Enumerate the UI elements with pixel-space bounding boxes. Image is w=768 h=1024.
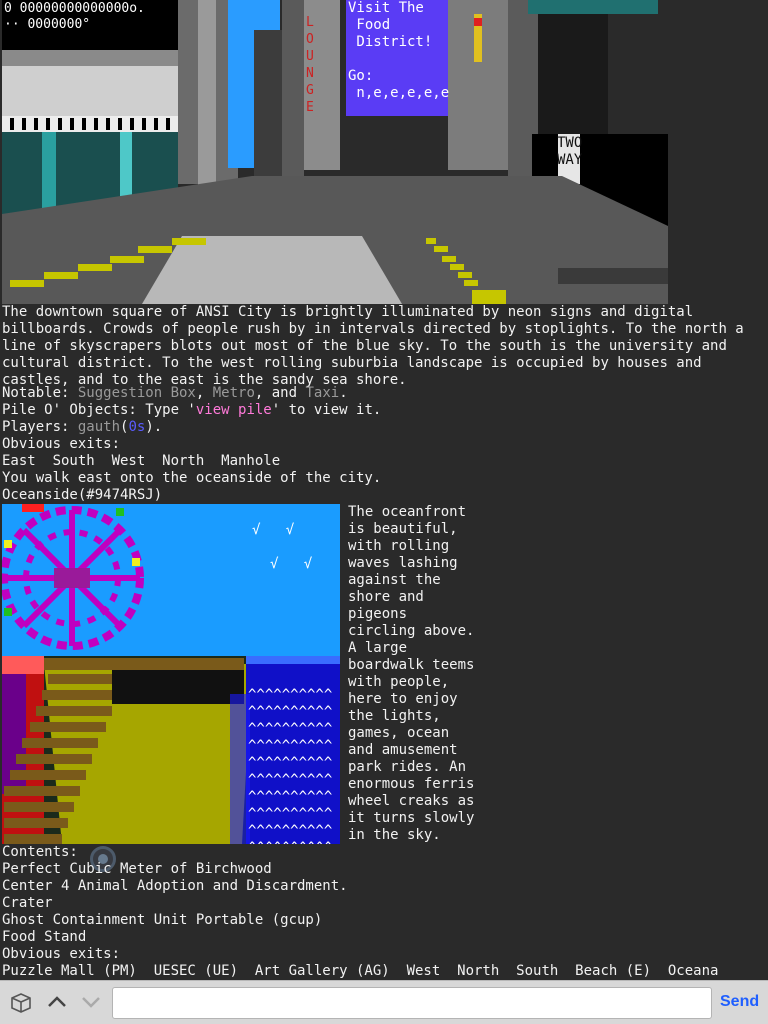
pile-line: Pile O' Objects: Type 'view pile' to vie… xyxy=(2,402,381,419)
up-arrow-icon[interactable] xyxy=(44,991,70,1015)
room-name: Oceanside(#9474RSJ) xyxy=(2,487,163,503)
player-idle-time: 0s xyxy=(128,419,146,435)
svg-text:N: N xyxy=(306,66,314,81)
exits-list-2[interactable]: Puzzle Mall (PM) UESEC (UE) Art Gallery … xyxy=(2,963,718,980)
room-description: The downtown square of ANSI City is brig… xyxy=(2,304,762,389)
notable-sep: , and xyxy=(254,385,306,401)
walk-message: You walk east onto the oceanside of the … xyxy=(2,470,382,486)
contents-item[interactable]: Ghost Containment Unit Portable (gcup) xyxy=(2,912,322,929)
oceanside-ansi-art: √ √ √ √ ^^^^^^^^^^ ^^^^^^^^^^ ^^^^^^^^^^… xyxy=(2,504,340,844)
notable-sep: , xyxy=(195,385,213,401)
svg-text:O: O xyxy=(306,32,314,47)
exits-label: Obvious exits: xyxy=(2,436,121,452)
svg-text:E: E xyxy=(306,100,314,115)
pile-suffix: ' to view it. xyxy=(271,402,382,418)
notable-metro[interactable]: Metro xyxy=(213,385,255,401)
pile-label: Pile O' Objects: Type ' xyxy=(2,402,196,418)
terminal-output: 0 00000000000000o. ·· 0000000° L O U N G… xyxy=(0,0,768,980)
two-way-sign: TWO WAY xyxy=(557,135,583,168)
exits-list[interactable]: East South West North Manhole xyxy=(2,453,280,470)
contents-item[interactable]: Food Stand xyxy=(2,929,86,946)
down-arrow-icon[interactable] xyxy=(78,991,104,1015)
players-line: Players: gauth(0s). xyxy=(2,419,162,436)
notable-label: Notable: xyxy=(2,385,78,401)
notable-taxi[interactable]: Taxi xyxy=(305,385,339,401)
view-pile-link[interactable]: view pile xyxy=(196,402,272,418)
paren: ). xyxy=(145,419,163,435)
food-district-sign: Visit The Food District! Go: n,e,e,e,e,e xyxy=(348,0,450,101)
command-input[interactable] xyxy=(112,987,712,1019)
svg-text:√ √: √ √ xyxy=(252,522,295,538)
ocean-waves: ^^^^^^^^^^ ^^^^^^^^^^ ^^^^^^^^^^ ^^^^^^^… xyxy=(248,687,333,844)
exits-label-2: Obvious exits: xyxy=(2,946,121,962)
notable-suggestion-box[interactable]: Suggestion Box xyxy=(78,385,196,401)
score-text-2: ·· 0000000° xyxy=(4,17,90,32)
score-text: 0 00000000000000o. xyxy=(4,1,145,16)
box-icon[interactable] xyxy=(8,991,34,1015)
contents-item[interactable]: Perfect Cubic Meter of Birchwood xyxy=(2,861,272,878)
notable-suffix: . xyxy=(339,385,348,401)
svg-text:√ √: √ √ xyxy=(270,556,313,572)
contents-item[interactable]: Crater xyxy=(2,895,53,912)
svg-text:G: G xyxy=(306,83,314,98)
command-input-bar: Send xyxy=(0,980,768,1024)
description-text: The downtown square of ANSI City is brig… xyxy=(2,304,753,388)
city-ansi-art: 0 00000000000000o. ·· 0000000° L O U N G… xyxy=(2,0,668,304)
send-button[interactable]: Send xyxy=(720,993,759,1010)
player-gauth[interactable]: gauth xyxy=(78,419,120,435)
svg-text:L: L xyxy=(306,15,314,30)
svg-text:U: U xyxy=(306,49,314,64)
contents-label: Contents: xyxy=(2,844,78,860)
contents-item[interactable]: Center 4 Animal Adoption and Discardment… xyxy=(2,878,348,895)
players-label: Players: xyxy=(2,419,78,435)
oceanside-description: The oceanfront is beautiful, with rollin… xyxy=(348,504,475,843)
notable-line: Notable: Suggestion Box, Metro, and Taxi… xyxy=(2,385,348,402)
